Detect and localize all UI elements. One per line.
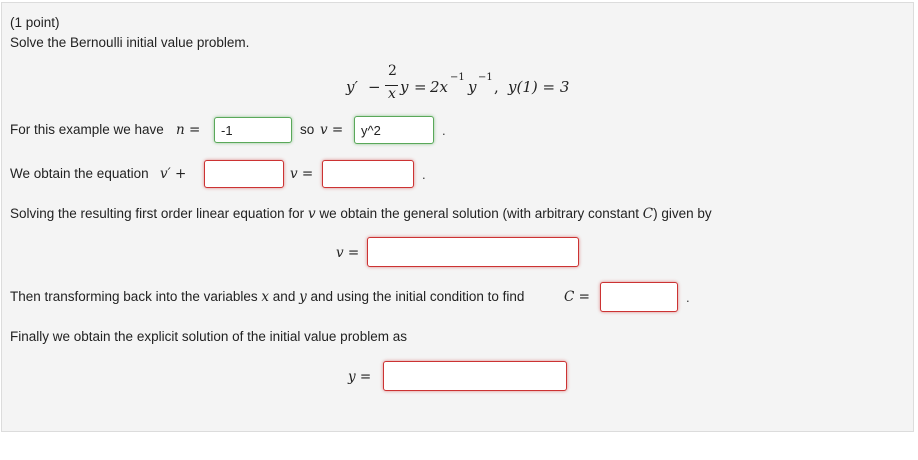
v-substitution-input[interactable]	[354, 116, 434, 144]
general-text-after: ) given by	[653, 206, 712, 221]
general-solution-text: Solving the resulting first order linear…	[10, 206, 712, 222]
eq-exp2: −1	[478, 72, 493, 83]
final-y-label: y =	[348, 369, 372, 385]
c-row-period: .	[686, 290, 690, 305]
equation-row-period: .	[422, 167, 426, 182]
so-text: so	[300, 122, 315, 137]
v-equals-label: v =	[290, 166, 314, 182]
problem-panel: (1 point) Solve the Bernoulli initial va…	[1, 2, 914, 432]
n-prompt-text: For this example we have	[10, 122, 164, 137]
n-label: n =	[176, 122, 201, 138]
general-solution-input[interactable]	[367, 237, 579, 267]
coefficient-input[interactable]	[204, 160, 284, 188]
general-text-middle: we obtain the general solution (with arb…	[319, 206, 640, 221]
eq-initial-condition: y(1) = 3	[508, 78, 570, 96]
explicit-solution-input[interactable]	[383, 361, 567, 391]
eq-rhs-coef: 2x	[430, 78, 449, 96]
c-label: C =	[564, 289, 590, 305]
eq-frac-numerator: 2	[388, 63, 397, 79]
eq-yprime: y′	[346, 78, 358, 96]
c-y-var: y	[299, 289, 307, 305]
final-prompt-text: Finally we obtain the explicit solution …	[10, 329, 407, 344]
eq-exp1: −1	[450, 72, 465, 83]
c-text-before: Then transforming back into the variable…	[10, 289, 258, 304]
general-c-var: C	[642, 206, 654, 222]
general-text-before: Solving the resulting first order linear…	[10, 206, 305, 221]
eq-comma: ,	[494, 78, 499, 96]
c-and-text: and	[272, 289, 296, 304]
equation-prompt-text: We obtain the equation	[10, 166, 149, 181]
eq-y: y	[400, 78, 409, 96]
eq-rhs-y: y	[468, 78, 477, 96]
general-v-label: v =	[336, 245, 360, 261]
general-v-var: v	[307, 206, 316, 222]
vprime-label: v′ +	[160, 166, 187, 182]
eq-minus: −	[368, 78, 381, 96]
c-input[interactable]	[600, 282, 678, 312]
c-text-after: and using the initial condition to find	[310, 289, 525, 304]
problem-points: (1 point)	[10, 15, 60, 30]
problem-instruction: Solve the Bernoulli initial value proble…	[10, 35, 250, 50]
n-input[interactable]	[214, 117, 292, 143]
eq-equals: =	[414, 78, 427, 96]
c-prompt-text: Then transforming back into the variable…	[10, 289, 524, 305]
n-row-period: .	[442, 123, 446, 138]
eq-frac-denominator: x	[388, 86, 396, 102]
c-x-var: x	[261, 289, 270, 305]
rhs-input[interactable]	[322, 160, 414, 188]
v-label: v =	[320, 122, 344, 138]
